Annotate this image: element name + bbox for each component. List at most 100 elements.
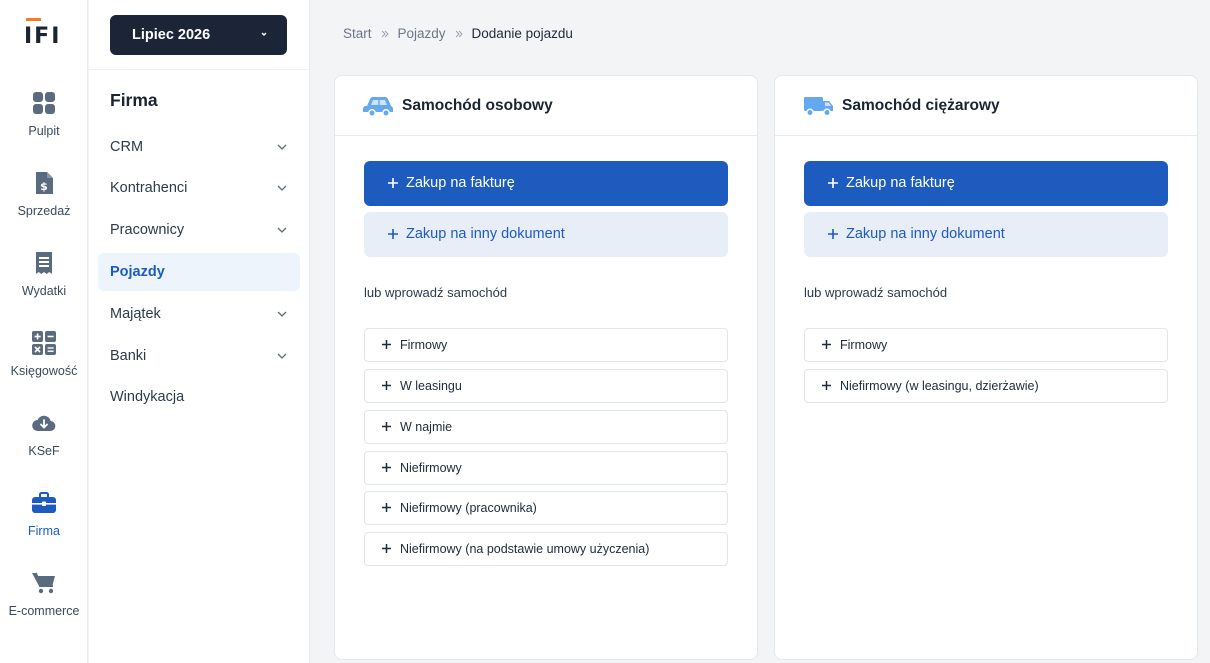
option-label: Firmowy: [840, 338, 888, 352]
nav-item-label: Majątek: [110, 306, 161, 322]
nav-item-label: Banki: [110, 348, 147, 364]
nav-item-banki[interactable]: Banki: [98, 337, 300, 375]
hint-text: lub wprowadź samochód: [804, 285, 948, 300]
briefcase-icon: [32, 492, 56, 513]
nav-item-crm[interactable]: CRM: [98, 128, 300, 166]
calculator-icon: [32, 331, 56, 355]
truck-icon: [804, 97, 833, 117]
rail-item-ecommerce[interactable]: E-commerce: [0, 570, 88, 640]
breadcrumb-current: Dodanie pojazdu: [471, 26, 573, 41]
plus-icon: [382, 503, 391, 512]
rail-item-ksiegowosc[interactable]: Księgowość: [0, 330, 88, 400]
breadcrumb: Start Pojazdy Dodanie pojazdu: [343, 26, 573, 41]
option-niefirmowy-leasing[interactable]: Niefirmowy (w leasingu, dzierżawie): [804, 369, 1168, 403]
chevron-down-icon: [277, 353, 287, 359]
receipt-icon: [36, 252, 52, 274]
section-title: Firma: [110, 90, 158, 110]
purchase-other-document-button[interactable]: Zakup na inny dokument: [804, 212, 1168, 257]
rail-label: Sprzedaż: [17, 204, 71, 218]
option-niefirmowy-pracownika[interactable]: Niefirmowy (pracownika): [364, 491, 728, 525]
purchase-invoice-button[interactable]: Zakup na fakturę: [364, 161, 728, 206]
plus-icon: [382, 544, 391, 553]
option-label: Niefirmowy (pracownika): [400, 501, 537, 515]
plus-icon: [828, 178, 838, 188]
nav-item-majatek[interactable]: Majątek: [98, 295, 300, 333]
option-label: Niefirmowy (na podstawie umowy użyczenia…: [400, 542, 650, 556]
rail-label: Pulpit: [28, 124, 60, 138]
car-icon: [363, 97, 393, 117]
nav-item-pojazdy[interactable]: Pojazdy: [98, 253, 300, 291]
period-selector[interactable]: Lipiec 2026: [110, 15, 287, 55]
nav-item-kontrahenci[interactable]: Kontrahenci: [98, 169, 300, 207]
truck-card: Samochód ciężarowy Zakup na fakturę Zaku…: [774, 75, 1198, 660]
nav-item-label: CRM: [110, 139, 144, 155]
rail-item-sprzedaz[interactable]: $ Sprzedaż: [0, 170, 88, 240]
rail-label: KSeF: [28, 444, 60, 458]
rail-item-firma[interactable]: Firma: [0, 490, 88, 560]
option-niefirmowy-uzyczenie[interactable]: Niefirmowy (na podstawie umowy użyczenia…: [364, 532, 728, 566]
rail-label: E-commerce: [8, 604, 80, 618]
option-label: Niefirmowy (w leasingu, dzierżawie): [840, 379, 1039, 393]
secondary-sidebar: Lipiec 2026 Firma CRM Kontrahenci Pracow…: [89, 0, 310, 663]
chevron-down-icon: [277, 311, 287, 317]
plus-icon: [828, 229, 838, 239]
chevron-down-icon: [277, 185, 287, 191]
plus-icon: [382, 340, 391, 349]
card-header: Samochód ciężarowy: [775, 76, 1197, 136]
nav-item-pracownicy[interactable]: Pracownicy: [98, 211, 300, 249]
rail-item-ksef[interactable]: KSeF: [0, 410, 88, 480]
option-w-leasingu[interactable]: W leasingu: [364, 369, 728, 403]
period-label: Lipiec 2026: [132, 27, 211, 43]
button-label: Zakup na inny dokument: [406, 226, 565, 242]
purchase-invoice-button[interactable]: Zakup na fakturę: [804, 161, 1168, 206]
icon-rail: IFI Pulpit $ Sprzedaż Wydatki Księgowość…: [0, 0, 88, 663]
nav-item-label: Pojazdy: [110, 264, 165, 280]
nav-item-label: Pracownicy: [110, 222, 185, 238]
nav-item-label: Windykacja: [110, 389, 185, 405]
divider: [89, 69, 310, 70]
button-label: Zakup na fakturę: [406, 175, 515, 191]
rail-label: Wydatki: [21, 284, 67, 298]
rail-label: Firma: [28, 524, 60, 538]
card-title: Samochód ciężarowy: [842, 97, 1000, 114]
card-title: Samochód osobowy: [402, 97, 553, 114]
breadcrumb-start[interactable]: Start: [343, 26, 372, 41]
button-label: Zakup na inny dokument: [846, 226, 1005, 242]
card-header: Samochód osobowy: [335, 76, 757, 136]
cloud-download-icon: [32, 415, 56, 432]
option-firmowy[interactable]: Firmowy: [804, 328, 1168, 362]
chevron-down-icon: [261, 32, 267, 37]
logo-text: IFI: [24, 24, 62, 49]
plus-icon: [382, 463, 391, 472]
option-label: W najmie: [400, 420, 453, 434]
plus-icon: [382, 381, 391, 390]
nav-item-label: Kontrahenci: [110, 180, 188, 196]
chevron-right-icon: [455, 30, 463, 37]
plus-icon: [388, 229, 398, 239]
rail-label: Księgowość: [10, 364, 78, 378]
chevron-down-icon: [277, 227, 287, 233]
rail-item-wydatki[interactable]: Wydatki: [0, 250, 88, 320]
option-firmowy[interactable]: Firmowy: [364, 328, 728, 362]
nav-item-windykacja[interactable]: Windykacja: [98, 378, 300, 416]
plus-icon: [822, 340, 831, 349]
passenger-car-card: Samochód osobowy Zakup na fakturę Zakup …: [334, 75, 758, 660]
cart-icon: [32, 572, 55, 594]
hint-text: lub wprowadź samochód: [364, 285, 508, 300]
chevron-right-icon: [381, 30, 389, 37]
dashboard-icon: [33, 92, 55, 114]
button-label: Zakup na fakturę: [846, 175, 955, 191]
breadcrumb-pojazdy[interactable]: Pojazdy: [398, 26, 446, 41]
option-niefirmowy[interactable]: Niefirmowy: [364, 451, 728, 485]
rail-item-pulpit[interactable]: Pulpit: [0, 90, 88, 160]
chevron-down-icon: [277, 144, 287, 150]
option-label: Niefirmowy: [400, 461, 462, 475]
plus-icon: [822, 381, 831, 390]
purchase-other-document-button[interactable]: Zakup na inny dokument: [364, 212, 728, 257]
invoice-dollar-icon: $: [36, 172, 53, 194]
plus-icon: [388, 178, 398, 188]
option-label: Firmowy: [400, 338, 448, 352]
option-w-najmie[interactable]: W najmie: [364, 410, 728, 444]
ifi-logo[interactable]: IFI: [24, 18, 59, 50]
svg-text:$: $: [40, 180, 48, 193]
